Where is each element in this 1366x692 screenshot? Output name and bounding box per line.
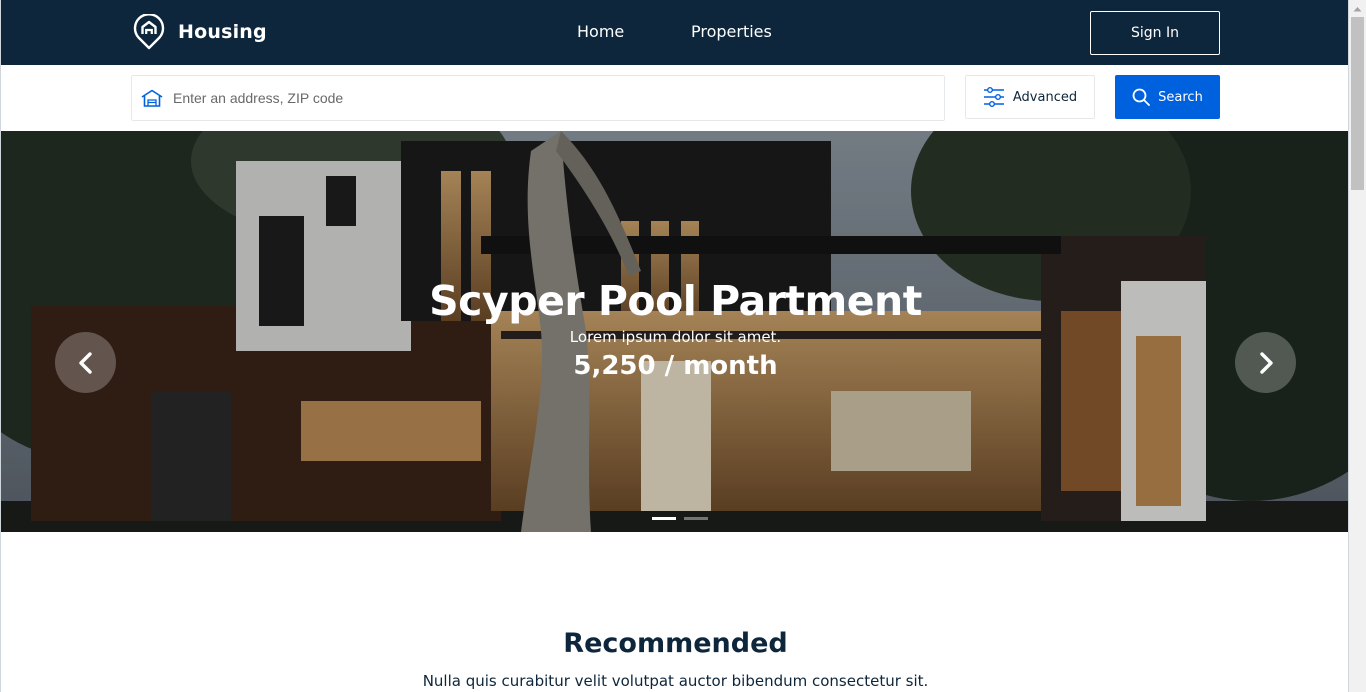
hero-title: Scyper Pool Partment bbox=[429, 277, 922, 325]
search-field-container bbox=[131, 75, 945, 121]
search-button[interactable]: Search bbox=[1115, 75, 1220, 119]
house-icon bbox=[141, 89, 163, 107]
carousel-dot-1[interactable] bbox=[652, 517, 676, 520]
hero-price: 5,250 / month bbox=[573, 351, 778, 381]
page-scrollbar[interactable] bbox=[1349, 0, 1366, 692]
scroll-up-arrow-icon[interactable] bbox=[1349, 0, 1366, 17]
top-navbar: Housing Home Properties Sign In bbox=[1, 0, 1348, 65]
carousel-indicators bbox=[652, 517, 708, 520]
advanced-label: Advanced bbox=[1012, 89, 1078, 105]
advanced-filter-button[interactable]: Advanced bbox=[965, 75, 1095, 119]
hero-carousel: Scyper Pool Partment Lorem ipsum dolor s… bbox=[1, 131, 1348, 532]
carousel-prev-button[interactable] bbox=[55, 332, 116, 393]
address-search-input[interactable] bbox=[173, 78, 913, 118]
nav-properties-link[interactable]: Properties bbox=[691, 22, 772, 41]
nav-home-link[interactable]: Home bbox=[577, 22, 624, 41]
sliders-icon bbox=[983, 87, 1004, 107]
carousel-dot-2[interactable] bbox=[684, 517, 708, 520]
chevron-right-icon bbox=[1259, 351, 1273, 374]
chevron-left-icon bbox=[78, 351, 92, 374]
sign-in-button[interactable]: Sign In bbox=[1090, 11, 1220, 55]
search-bar: Advanced Search bbox=[1, 65, 1348, 131]
search-label: Search bbox=[1158, 89, 1203, 105]
recommended-title: Recommended bbox=[563, 628, 788, 659]
carousel-next-button[interactable] bbox=[1235, 332, 1296, 393]
scrollbar-thumb[interactable] bbox=[1351, 17, 1364, 190]
magnifier-icon bbox=[1132, 88, 1151, 106]
recommended-subtitle: Nulla quis curabitur velit volutpat auct… bbox=[422, 672, 929, 690]
hero-subtitle: Lorem ipsum dolor sit amet. bbox=[569, 328, 782, 346]
page: Housing Home Properties Sign In Enter an… bbox=[0, 0, 1349, 692]
